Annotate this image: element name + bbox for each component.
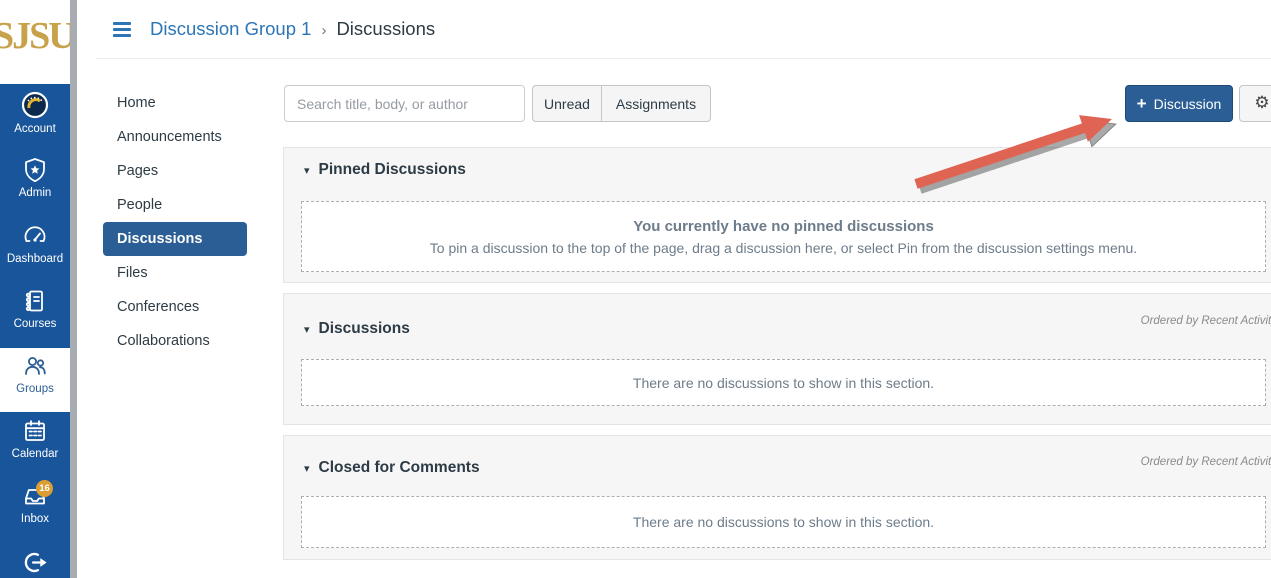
brand-logo-text: SJSU <box>0 14 70 58</box>
discussions-header[interactable]: ▾ Discussions <box>304 320 410 338</box>
pinned-discussions-header[interactable]: ▾ Pinned Discussions <box>304 161 466 179</box>
header-divider <box>96 58 1271 59</box>
unread-filter-button[interactable]: Unread <box>532 85 601 122</box>
section-title: Discussions <box>319 320 410 338</box>
add-discussion-label: Discussion <box>1154 96 1222 112</box>
logout-arrow-icon <box>22 549 49 576</box>
add-discussion-button[interactable]: + Discussion <box>1125 85 1233 122</box>
plus-icon: + <box>1137 95 1147 112</box>
pinned-discussions-section: ▾ Pinned Discussions You currently have … <box>283 147 1271 283</box>
assignments-filter-button[interactable]: Assignments <box>601 85 711 122</box>
sidebar-item-account[interactable]: Account <box>0 86 70 148</box>
course-nav-people[interactable]: People <box>103 188 247 222</box>
search-input[interactable] <box>284 85 525 122</box>
sidebar-item-label: Admin <box>19 187 52 199</box>
empty-state-message: To pin a discussion to the top of the pa… <box>430 240 1137 256</box>
collapse-caret-icon: ▾ <box>304 323 310 336</box>
hamburger-menu-icon[interactable] <box>113 22 131 37</box>
dashboard-gauge-icon <box>21 222 49 250</box>
sidebar-item-label: Calendar <box>12 448 59 460</box>
sidebar-item-groups[interactable]: Groups <box>0 348 70 412</box>
inbox-unread-badge: 16 <box>36 480 53 497</box>
course-nav-pages[interactable]: Pages <box>103 154 247 188</box>
sidebar-item-inbox[interactable]: Inbox 16 <box>0 478 70 540</box>
sidebar-item-label: Courses <box>14 318 57 330</box>
sidebar-item-label: Inbox <box>21 513 49 525</box>
closed-for-comments-header[interactable]: ▾ Closed for Comments <box>304 459 480 477</box>
breadcrumb-current-page: Discussions <box>336 18 435 40</box>
sidebar-item-logout[interactable] <box>0 545 70 578</box>
courses-notebook-icon <box>21 287 49 315</box>
course-nav-collaborations[interactable]: Collaborations <box>103 324 247 358</box>
sidebar-divider-strip <box>70 0 77 578</box>
collapse-caret-icon: ▾ <box>304 164 310 177</box>
sidebar-item-label: Account <box>14 123 56 135</box>
calendar-icon <box>21 417 49 445</box>
closed-empty-box: There are no discussions to show in this… <box>301 496 1266 548</box>
account-avatar-icon <box>20 90 50 120</box>
empty-state-message: There are no discussions to show in this… <box>633 514 934 530</box>
pinned-discussions-dropzone[interactable]: You currently have no pinned discussions… <box>301 201 1266 272</box>
section-title: Closed for Comments <box>319 459 480 477</box>
groups-people-icon <box>21 352 49 380</box>
discussions-section: ▾ Discussions Ordered by Recent Activity… <box>283 293 1271 425</box>
sidebar-item-dashboard[interactable]: Dashboard <box>0 218 70 280</box>
course-navigation: Home Announcements Pages People Discussi… <box>103 86 247 358</box>
closed-for-comments-section: ▾ Closed for Comments Ordered by Recent … <box>283 435 1271 560</box>
sidebar-item-courses[interactable]: Courses <box>0 283 70 345</box>
empty-state-title: You currently have no pinned discussions <box>633 218 934 235</box>
gear-icon: ⚙ <box>1254 95 1269 112</box>
canvas-discussions-page: { "brand": { "logo_text": "SJSU" }, "glo… <box>0 0 1271 578</box>
sidebar-item-label: Dashboard <box>7 253 63 265</box>
breadcrumb-group-link[interactable]: Discussion Group 1 <box>150 18 311 40</box>
empty-state-message: There are no discussions to show in this… <box>633 375 934 391</box>
course-nav-home[interactable]: Home <box>103 86 247 120</box>
course-nav-files[interactable]: Files <box>103 256 247 290</box>
discussions-empty-box: There are no discussions to show in this… <box>301 359 1266 406</box>
section-title: Pinned Discussions <box>319 161 466 179</box>
course-nav-announcements[interactable]: Announcements <box>103 120 247 154</box>
ordered-by-label: Ordered by Recent Activity <box>1141 456 1271 468</box>
sidebar-item-label: Groups <box>16 383 54 395</box>
admin-shield-icon <box>21 156 49 184</box>
collapse-caret-icon: ▾ <box>304 462 310 475</box>
ordered-by-label: Ordered by Recent Activity <box>1141 315 1271 327</box>
discussion-settings-button[interactable]: ⚙ <box>1239 85 1271 122</box>
course-nav-conferences[interactable]: Conferences <box>103 290 247 324</box>
filter-button-group: Unread Assignments <box>532 85 711 122</box>
sidebar-item-admin[interactable]: Admin <box>0 152 70 214</box>
breadcrumb: Discussion Group 1 › Discussions <box>150 18 435 40</box>
course-nav-discussions[interactable]: Discussions <box>103 222 247 256</box>
sidebar-item-calendar[interactable]: Calendar <box>0 413 70 475</box>
breadcrumb-separator: › <box>321 22 326 39</box>
global-navigation: Account Admin Dashboard Courses <box>0 84 70 578</box>
brand-logo-box[interactable]: SJSU <box>0 0 70 84</box>
